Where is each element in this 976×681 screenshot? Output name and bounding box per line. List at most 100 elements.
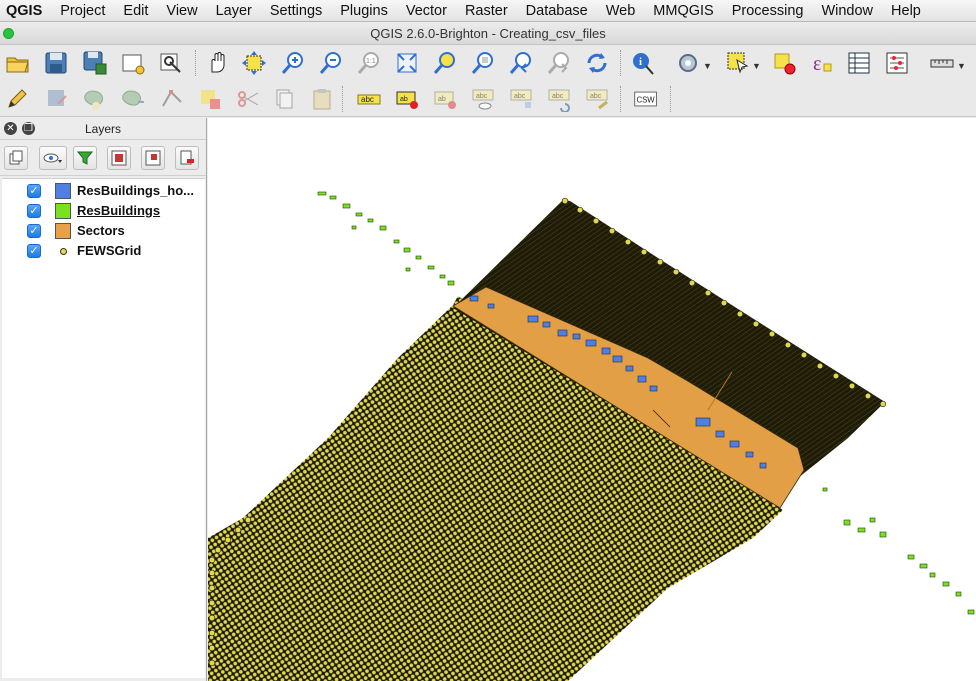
window-title-bar: QGIS 2.6.0-Brighton - Creating_csv_files <box>0 22 976 45</box>
refresh-icon[interactable] <box>583 49 611 77</box>
layer-item-resbuildings[interactable]: ✓ ResBuildings <box>2 201 205 221</box>
zoom-to-layer-icon[interactable] <box>469 49 497 77</box>
copy-features-icon[interactable] <box>270 85 298 113</box>
delete-selected-icon[interactable] <box>196 85 224 113</box>
composer-manager-icon[interactable] <box>157 49 185 77</box>
close-panel-icon[interactable]: ✕ <box>4 122 17 135</box>
menu-mmqgis[interactable]: MMQGIS <box>644 0 722 22</box>
menu-app-qgis[interactable]: QGIS <box>0 0 51 22</box>
save-project-icon[interactable] <box>42 49 70 77</box>
layer-symbol <box>55 183 71 199</box>
csw-icon[interactable]: CSW <box>631 85 661 113</box>
new-print-composer-icon[interactable] <box>119 49 147 77</box>
layers-panel: ✕ ❐ Layers ✓ ResBuildings_ho... ✓ ResBui… <box>0 118 207 681</box>
layer-visibility-checkbox[interactable]: ✓ <box>27 204 41 218</box>
measure-icon[interactable] <box>928 49 956 77</box>
svg-text:abc: abc <box>552 93 564 100</box>
svg-text:ε: ε <box>813 53 821 75</box>
map-render[interactable] <box>208 118 976 681</box>
statistical-summary-icon[interactable] <box>883 49 911 77</box>
menu-raster[interactable]: Raster <box>456 0 517 22</box>
zoom-next-icon[interactable] <box>545 49 573 77</box>
run-action-dropdown-icon[interactable]: ▼ <box>703 61 712 71</box>
rotate-label-icon[interactable]: abc <box>546 85 574 113</box>
toolbar-separator <box>620 50 622 76</box>
menu-window[interactable]: Window <box>812 0 882 22</box>
menu-plugins[interactable]: Plugins <box>331 0 397 22</box>
select-features-icon[interactable] <box>724 49 752 77</box>
svg-text:abc: abc <box>590 93 602 100</box>
cut-features-icon[interactable] <box>234 85 262 113</box>
svg-text:abc: abc <box>361 95 374 104</box>
remove-layer-icon[interactable] <box>175 146 199 170</box>
pan-icon[interactable] <box>203 49 231 77</box>
layers-panel-toolbar <box>0 140 206 176</box>
change-label-icon[interactable]: abc <box>584 85 612 113</box>
layer-symbol <box>55 223 71 239</box>
layer-labeling-icon[interactable]: abc <box>355 85 383 113</box>
window-zoom-button[interactable] <box>3 28 14 39</box>
filter-legend-icon[interactable] <box>73 146 97 170</box>
toolbar-separator <box>195 50 197 76</box>
layer-item-fewsgrid[interactable]: ✓ FEWSGrid <box>2 241 205 261</box>
layer-visibility-checkbox[interactable]: ✓ <box>27 244 41 258</box>
zoom-to-selection-icon[interactable] <box>431 49 459 77</box>
layer-name: FEWSGrid <box>77 243 142 258</box>
zoom-full-icon[interactable] <box>393 49 421 77</box>
open-project-icon[interactable] <box>4 49 32 77</box>
layer-item-resbuildings-ho[interactable]: ✓ ResBuildings_ho... <box>2 181 205 201</box>
add-group-icon[interactable] <box>4 146 28 170</box>
layer-name: ResBuildings <box>77 203 161 218</box>
map-canvas[interactable] <box>208 118 976 681</box>
menu-help[interactable]: Help <box>882 0 930 22</box>
toolbar-separator <box>670 86 672 112</box>
zoom-actual-size-icon[interactable]: 1:1 <box>355 49 383 77</box>
paste-features-icon[interactable] <box>308 85 336 113</box>
main-toolbar: 1:1 i ▼ ▼ ε ▼ <box>0 45 976 81</box>
layers-panel-title: Layers <box>84 122 122 136</box>
menu-project[interactable]: Project <box>51 0 114 22</box>
menu-vector[interactable]: Vector <box>397 0 456 22</box>
pin-labels-icon[interactable]: ab <box>394 85 422 113</box>
zoom-out-icon[interactable] <box>317 49 345 77</box>
menu-edit[interactable]: Edit <box>114 0 157 22</box>
layer-tree: ✓ ResBuildings_ho... ✓ ResBuildings ✓ Se… <box>2 178 205 678</box>
identify-icon[interactable]: i <box>629 49 657 77</box>
manage-visibility-icon[interactable] <box>39 146 67 170</box>
menu-database[interactable]: Database <box>517 0 597 22</box>
menu-bar: QGIS Project Edit View Layer Settings Pl… <box>0 0 976 22</box>
measure-dropdown-icon[interactable]: ▼ <box>957 61 966 71</box>
expand-all-icon[interactable] <box>107 146 131 170</box>
show-hide-labels-icon[interactable]: abc <box>470 85 498 113</box>
select-dropdown-icon[interactable]: ▼ <box>752 61 761 71</box>
menu-settings[interactable]: Settings <box>261 0 331 22</box>
run-action-icon[interactable] <box>675 49 703 77</box>
zoom-last-icon[interactable] <box>507 49 535 77</box>
zoom-in-icon[interactable] <box>279 49 307 77</box>
deselect-icon[interactable] <box>770 49 798 77</box>
field-calculator-icon[interactable]: ε <box>808 49 836 77</box>
add-feature-icon[interactable] <box>81 85 109 113</box>
layer-symbol <box>55 203 71 219</box>
menu-view[interactable]: View <box>157 0 206 22</box>
layer-visibility-checkbox[interactable]: ✓ <box>27 224 41 238</box>
menu-web[interactable]: Web <box>597 0 645 22</box>
attribute-table-icon[interactable] <box>845 49 873 77</box>
float-panel-icon[interactable]: ❐ <box>22 122 35 135</box>
layer-visibility-checkbox[interactable]: ✓ <box>27 184 41 198</box>
toggle-editing-icon[interactable] <box>3 85 31 113</box>
save-edits-icon[interactable] <box>43 85 71 113</box>
collapse-all-icon[interactable] <box>141 146 165 170</box>
layer-symbol <box>60 248 67 255</box>
node-tool-icon[interactable] <box>158 85 186 113</box>
highlight-pinned-labels-icon[interactable]: ab <box>432 85 460 113</box>
save-as-icon[interactable] <box>81 49 109 77</box>
layers-panel-header: ✕ ❐ Layers <box>0 118 206 140</box>
pan-to-selection-icon[interactable] <box>240 49 268 77</box>
layer-item-sectors[interactable]: ✓ Sectors <box>2 221 205 241</box>
menu-layer[interactable]: Layer <box>207 0 261 22</box>
move-label-icon[interactable]: abc <box>508 85 536 113</box>
menu-processing[interactable]: Processing <box>723 0 813 22</box>
svg-text:i: i <box>639 56 642 68</box>
move-feature-icon[interactable] <box>119 85 147 113</box>
